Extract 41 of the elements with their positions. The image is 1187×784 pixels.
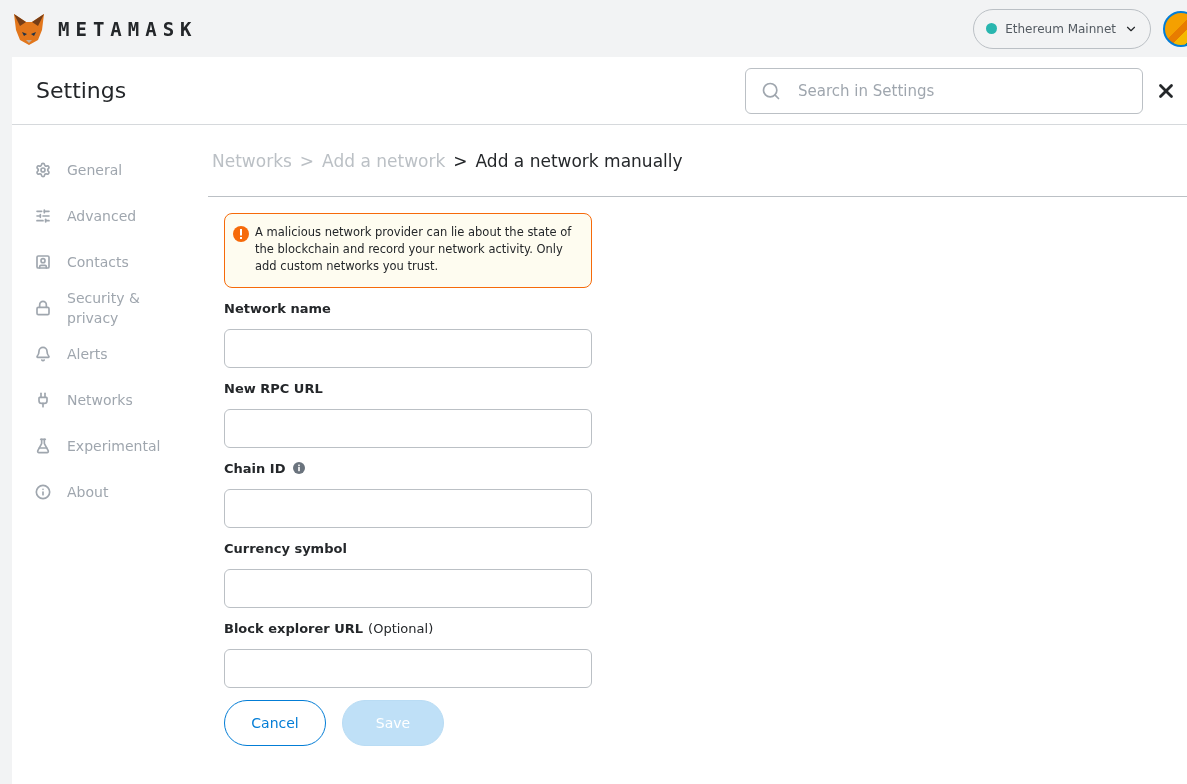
input-field[interactable]: [224, 649, 592, 688]
warning-icon: [233, 226, 249, 242]
sidebar-item[interactable]: Security & privacy: [12, 285, 208, 331]
field-label: Block explorer URL: [224, 620, 364, 636]
gear-icon: [35, 162, 51, 178]
field-label: New RPC URL: [224, 380, 323, 396]
sidebar-item[interactable]: Contacts: [12, 239, 208, 285]
sidebar-item[interactable]: Advanced: [12, 193, 208, 239]
contact-icon: [35, 254, 51, 270]
search-icon: [761, 80, 781, 101]
cancel-button[interactable]: Cancel: [224, 700, 326, 746]
input-field[interactable]: [224, 329, 592, 368]
settings-title: Settings: [36, 78, 127, 103]
breadcrumb-link[interactable]: Networks: [212, 150, 292, 171]
search-field[interactable]: Search in Settings: [745, 67, 1143, 114]
sidebar-item[interactable]: General: [12, 147, 208, 193]
input-field[interactable]: [224, 569, 592, 608]
logo-text: METAMASK: [58, 17, 198, 40]
optional-note: (Optional): [368, 620, 434, 636]
breadcrumb-link[interactable]: Add a network manually: [475, 150, 683, 171]
warning-text: A malicious network provider can lie about the state of the blockchain and record your network activity. Only add custom networks you trust.: [255, 224, 573, 275]
flask-icon: [35, 438, 51, 454]
field-label: Network name: [224, 300, 331, 316]
field-label: Chain ID: [224, 460, 286, 476]
input-field[interactable]: [224, 489, 592, 528]
field-label: Currency symbol: [224, 540, 347, 556]
breadcrumb-separator: >: [299, 150, 315, 171]
input-field[interactable]: [224, 409, 592, 448]
sliders-icon: [35, 208, 51, 224]
sidebar-item[interactable]: Experimental: [12, 423, 208, 469]
lock-icon: [35, 300, 51, 316]
sidebar-item[interactable]: Alerts: [12, 331, 208, 377]
breadcrumb-link[interactable]: Add a network: [322, 150, 446, 171]
fox-logo-icon: [12, 11, 46, 46]
sidebar-item[interactable]: About: [12, 469, 208, 515]
bell-icon: [35, 346, 51, 362]
plug-icon: [35, 392, 51, 408]
info-icon: [35, 484, 51, 500]
breadcrumb-separator: >: [453, 150, 468, 171]
info-icon[interactable]: [293, 462, 306, 474]
sidebar-item[interactable]: Networks: [12, 377, 208, 423]
